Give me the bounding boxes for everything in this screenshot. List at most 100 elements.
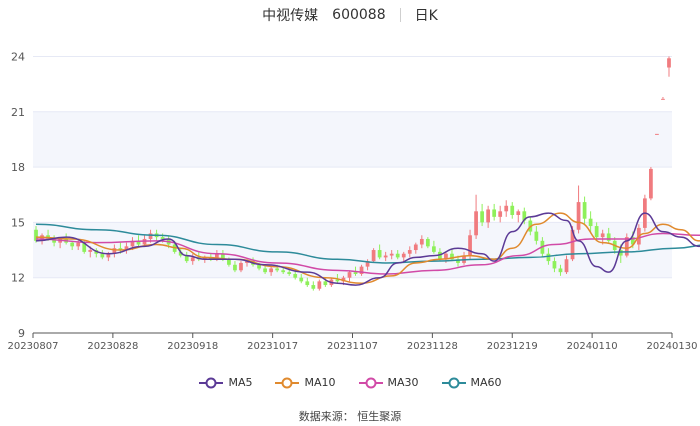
candle <box>510 202 515 219</box>
candle-body <box>184 255 189 262</box>
legend-label-ma30: MA30 <box>387 376 419 389</box>
candle-body <box>510 205 515 215</box>
candle-body <box>190 257 195 262</box>
x-tick-label: 20230918 <box>167 341 218 352</box>
candle-body <box>407 250 412 254</box>
candle-body <box>263 268 267 273</box>
candle-body <box>661 98 665 100</box>
x-tick-label: 20240110 <box>567 341 618 352</box>
candle <box>582 196 587 225</box>
candle-body <box>432 246 436 252</box>
candle-body <box>588 218 593 227</box>
candle-body <box>100 253 105 258</box>
candle <box>667 56 671 77</box>
y-tick-label: 9 <box>18 327 25 340</box>
y-axis-labels: 9 12 15 18 21 24 <box>11 50 25 340</box>
candle-body <box>305 281 310 286</box>
candle-body <box>293 274 298 278</box>
candle-body <box>419 238 424 245</box>
candle <box>317 279 322 291</box>
legend-item-ma5[interactable]: MA5 <box>198 376 252 389</box>
candle-body <box>383 255 388 258</box>
candle-body <box>160 237 165 239</box>
candle <box>474 194 478 239</box>
candle <box>516 209 521 223</box>
candle-body <box>299 277 304 282</box>
candle-body <box>287 272 292 274</box>
candle-body <box>311 285 316 289</box>
candle-body <box>492 209 497 217</box>
candle-body <box>323 281 328 286</box>
candle-body <box>667 58 671 68</box>
candle-body <box>88 250 93 252</box>
candle-body <box>516 211 521 215</box>
candle-body <box>148 233 153 239</box>
data-source: 数据来源： 恒生聚源 <box>298 410 402 423</box>
candle-body <box>474 211 478 236</box>
y-tick-label: 18 <box>11 161 25 174</box>
candle-body <box>281 270 286 273</box>
candle-body <box>395 253 400 258</box>
legend-marker-ma30 <box>358 377 383 388</box>
candle-body <box>594 226 599 238</box>
plot-band <box>33 111 672 168</box>
candle-body <box>534 231 539 241</box>
legend-marker-ma60 <box>441 377 466 388</box>
candle-body <box>558 268 563 273</box>
candle-body <box>468 235 472 256</box>
legend-item-ma60[interactable]: MA60 <box>441 376 502 389</box>
x-tick-label: 20230807 <box>8 341 59 352</box>
candle <box>498 205 503 223</box>
candle-body <box>480 211 484 223</box>
candle-body <box>377 250 382 258</box>
grid-lines <box>33 55 672 334</box>
legend-marker-ma5 <box>199 377 224 388</box>
y-tick-label: 15 <box>11 216 25 229</box>
x-tick-label: 20231219 <box>487 341 538 352</box>
candle-body <box>552 261 557 269</box>
candle <box>371 248 376 263</box>
candle-body <box>257 264 261 269</box>
candle <box>504 200 509 217</box>
x-tick-label: 20230828 <box>87 341 138 352</box>
candle-body <box>600 233 605 238</box>
x-tick-label: 20231107 <box>327 341 378 352</box>
candle-body <box>76 242 81 247</box>
y-tick-label: 24 <box>11 50 25 63</box>
candlestick-chart: 9 12 15 18 21 24 20230807 20230828 20230918 2023… <box>8 50 700 352</box>
legend-label-ma60: MA60 <box>470 376 502 389</box>
y-tick-label: 12 <box>11 272 25 285</box>
legend-item-ma30[interactable]: MA30 <box>358 376 419 389</box>
candle-body <box>275 268 280 271</box>
candle-body <box>239 262 243 271</box>
candle-body <box>70 242 75 247</box>
candle-body <box>347 272 352 278</box>
chart-legend: MA5 MA10 MA30 MA60 <box>0 376 700 389</box>
x-tick-label: 20231128 <box>407 341 458 352</box>
legend-label-ma5: MA5 <box>228 376 253 389</box>
candle-body <box>233 264 237 271</box>
legend-label-ma10: MA10 <box>304 376 336 389</box>
candle-body <box>564 259 569 273</box>
candle-body <box>655 133 659 135</box>
y-tick-label: 21 <box>11 106 25 119</box>
candle-body <box>582 202 587 219</box>
candle <box>649 167 653 201</box>
candle-body <box>227 259 231 265</box>
candle-body <box>576 202 581 230</box>
candle <box>661 97 665 100</box>
x-tick-label: 20240130 <box>647 341 698 352</box>
candle-body <box>413 244 418 251</box>
plot-bands <box>33 111 672 278</box>
candle-body <box>371 250 376 262</box>
candle <box>492 203 497 221</box>
candle <box>576 185 581 234</box>
candle-body <box>486 209 491 223</box>
candle-body <box>504 205 509 212</box>
candle-body <box>546 253 551 262</box>
candle-body <box>353 272 358 274</box>
legend-marker-ma10 <box>275 377 300 388</box>
candle-body <box>269 268 273 273</box>
legend-item-ma10[interactable]: MA10 <box>274 376 336 389</box>
candle-body <box>425 238 430 247</box>
